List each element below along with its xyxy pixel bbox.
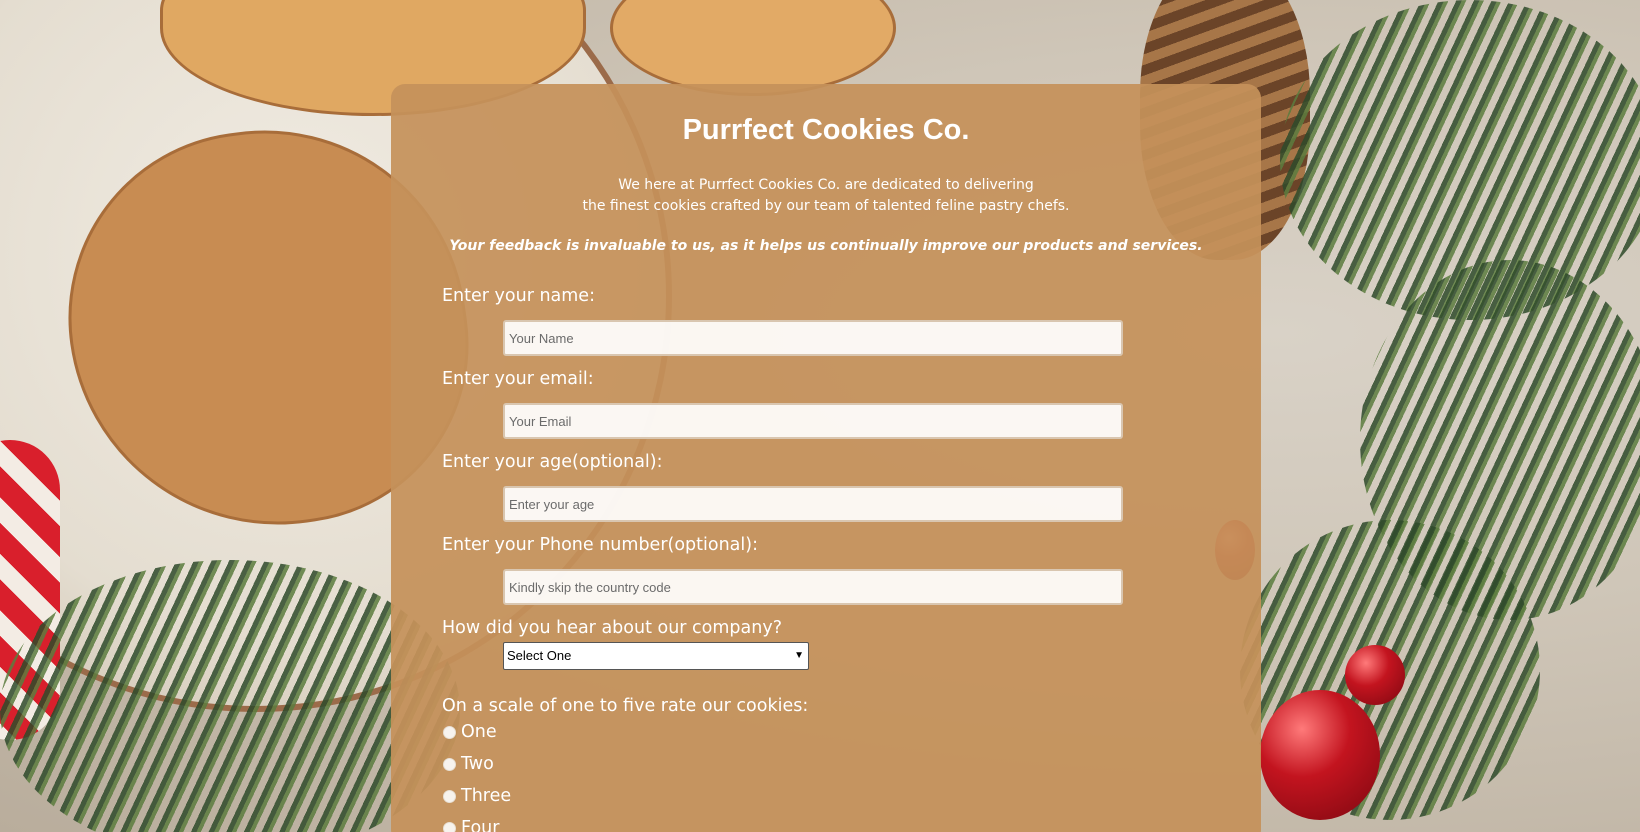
- company-intro: We here at Purrfect Cookies Co. are dedi…: [391, 175, 1261, 217]
- referral-selected-value: Select One: [507, 648, 572, 663]
- chevron-down-icon: ▼: [794, 650, 804, 661]
- rating-option-four[interactable]: Four: [443, 818, 499, 832]
- rating-option-label: Two: [461, 754, 494, 774]
- age-input[interactable]: [503, 486, 1123, 522]
- radio-button-icon[interactable]: [443, 725, 456, 739]
- feedback-form-card: Purrfect Cookies Co. We here at Purrfect…: [391, 84, 1261, 832]
- rating-option-two[interactable]: Two: [443, 754, 494, 774]
- rating-option-label: Four: [461, 818, 500, 832]
- name-input[interactable]: [503, 320, 1123, 356]
- berry-image: [1260, 690, 1380, 820]
- rating-option-three[interactable]: Three: [443, 786, 511, 806]
- rating-label: On a scale of one to five rate our cooki…: [442, 696, 809, 716]
- email-input[interactable]: [503, 403, 1123, 439]
- radio-button-icon[interactable]: [443, 821, 456, 832]
- berry-image: [1345, 645, 1405, 705]
- referral-label: How did you hear about our company?: [442, 618, 782, 638]
- phone-label: Enter your Phone number(optional):: [442, 535, 758, 555]
- email-label: Enter your email:: [442, 369, 594, 389]
- page-title: Purrfect Cookies Co.: [682, 114, 970, 146]
- age-label: Enter your age(optional):: [442, 452, 663, 472]
- radio-button-icon[interactable]: [443, 757, 456, 771]
- intro-line-1: We here at Purrfect Cookies Co. are dedi…: [618, 177, 1034, 193]
- feedback-note: Your feedback is invaluable to us, as it…: [449, 238, 1203, 254]
- name-label: Enter your name:: [442, 286, 595, 306]
- referral-select[interactable]: Select One ▼: [503, 642, 809, 670]
- rating-option-label: Three: [461, 786, 512, 806]
- radio-button-icon[interactable]: [443, 789, 456, 803]
- intro-line-2: the finest cookies crafted by our team o…: [582, 198, 1070, 214]
- rating-option-one[interactable]: One: [443, 722, 497, 742]
- rating-option-label: One: [461, 722, 497, 742]
- phone-input[interactable]: [503, 569, 1123, 605]
- heart-cookie-image: [610, 0, 896, 96]
